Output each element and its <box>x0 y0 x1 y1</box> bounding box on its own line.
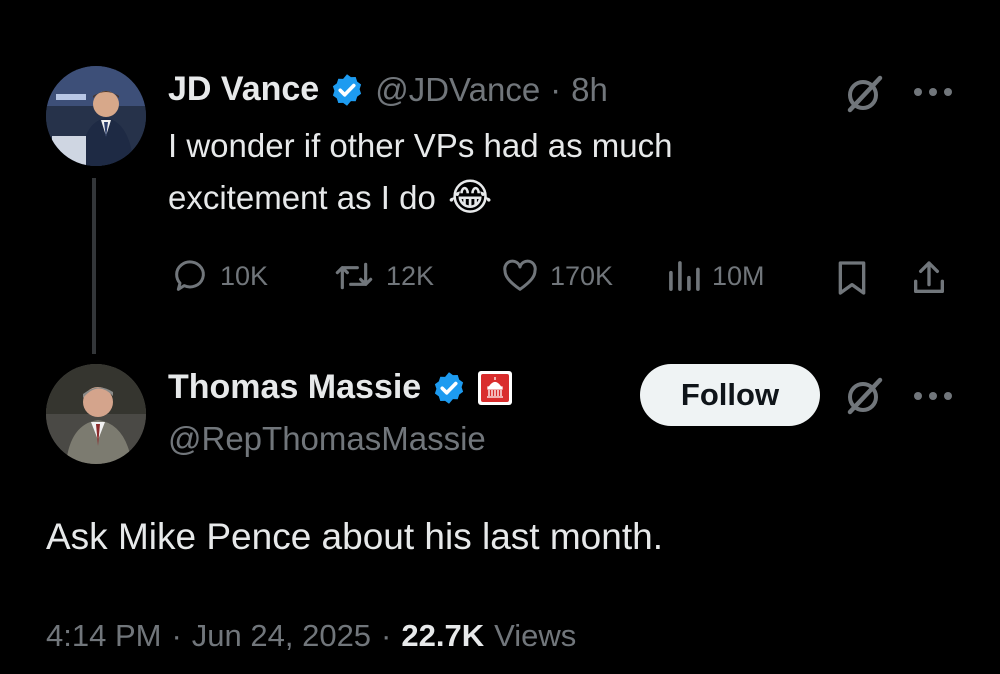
reply-timestamp[interactable]: 4:14 PM <box>46 618 161 654</box>
repost-action[interactable]: 12K <box>332 256 434 296</box>
verified-badge-icon <box>431 370 467 406</box>
tweet-time[interactable]: 8h <box>571 71 608 109</box>
reply-views-label: Views <box>494 618 577 653</box>
footer-separator: · <box>381 618 392 653</box>
header-separator: · <box>550 70 562 108</box>
reply-footer: 4:14 PM · Jun 24, 2025 · 22.7K Views <box>46 618 576 654</box>
views-icon <box>666 256 702 296</box>
views-count: 10M <box>712 260 765 291</box>
grok-icon[interactable] <box>842 72 886 116</box>
like-icon <box>500 256 540 296</box>
grok-icon[interactable] <box>842 374 886 418</box>
laughing-emoji: 😂 <box>447 177 493 219</box>
avatar-jd-vance[interactable] <box>46 66 146 166</box>
repost-icon <box>332 256 376 296</box>
tweet-actions: 10K 12K 170K 10M <box>170 256 960 300</box>
follow-button[interactable]: Follow <box>640 364 820 426</box>
tweet-text-line1: I wonder if other VPs had as much <box>168 127 673 164</box>
avatar-thomas-massie[interactable] <box>46 364 146 464</box>
government-badge-icon[interactable] <box>477 370 513 406</box>
author-name[interactable]: JD Vance <box>168 70 319 109</box>
reply-views-count: 22.7K <box>401 618 485 653</box>
more-icon[interactable] <box>912 84 954 100</box>
reply-author-name[interactable]: Thomas Massie <box>168 368 421 407</box>
like-count: 170K <box>550 260 614 291</box>
repost-count: 12K <box>386 260 435 291</box>
reply-icon <box>170 256 210 296</box>
more-icon[interactable] <box>912 388 954 404</box>
reply-text: Ask Mike Pence about his last month. <box>46 516 663 557</box>
footer-separator: · <box>171 618 182 653</box>
reply-date[interactable]: Jun 24, 2025 <box>192 618 371 654</box>
reply-count: 10K <box>220 260 269 291</box>
thread-line <box>92 178 96 354</box>
verified-badge-icon <box>329 72 365 108</box>
like-action[interactable]: 170K <box>500 256 613 296</box>
tweet-text: I wonder if other VPs had as much excite… <box>168 120 868 224</box>
tweet-header: JD Vance @JDVance · 8h <box>168 70 608 109</box>
tweet-text-line2: excitement as I do <box>168 179 436 216</box>
share-icon[interactable] <box>910 258 948 298</box>
author-handle[interactable]: @JDVance <box>375 71 540 109</box>
reply-action[interactable]: 10K <box>170 256 268 296</box>
reply-header: Thomas Massie <box>168 368 513 407</box>
views-action[interactable]: 10M <box>666 256 765 296</box>
reply-author-handle[interactable]: @RepThomasMassie <box>168 420 486 458</box>
bookmark-icon[interactable] <box>834 258 870 298</box>
